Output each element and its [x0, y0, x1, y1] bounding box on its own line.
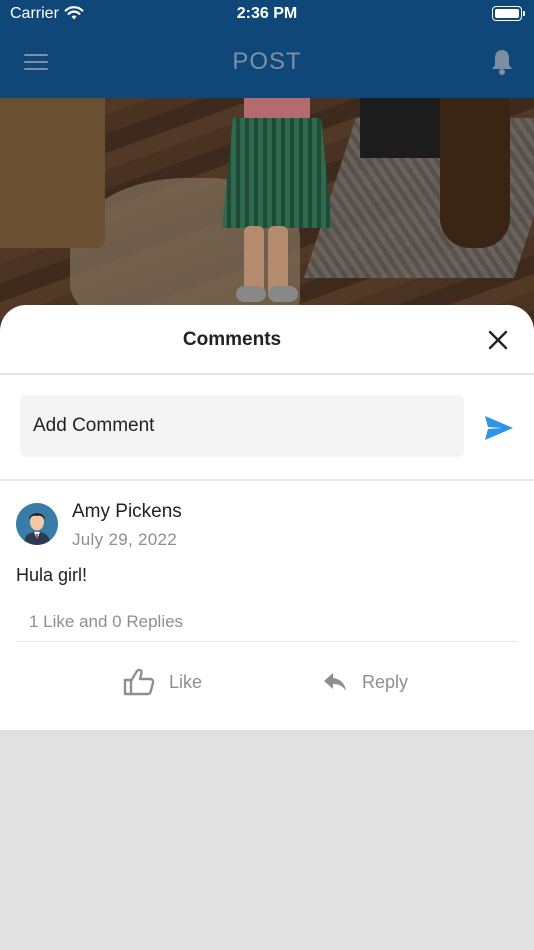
- reply-icon: [324, 673, 346, 691]
- comment-text: Hula girl!: [16, 565, 88, 585]
- close-icon[interactable]: [486, 328, 510, 352]
- add-comment-input[interactable]: [20, 395, 464, 457]
- page-title: POST: [232, 48, 302, 75]
- reply-label: Reply: [362, 671, 409, 692]
- like-label: Like: [169, 671, 203, 692]
- post-photo: [0, 98, 534, 338]
- comment-author[interactable]: Amy Pickens: [72, 501, 182, 523]
- comments-title: Comments: [182, 329, 282, 350]
- like-button[interactable]: Like: [123, 667, 202, 697]
- reply-button[interactable]: Reply: [322, 667, 408, 697]
- bell-icon[interactable]: [490, 48, 514, 76]
- battery-icon: [492, 6, 525, 21]
- comments-sheet: Comments Amy Pickens July 29, 2022 Hula …: [0, 305, 534, 730]
- comments-header: Comments: [0, 305, 534, 375]
- thumbs-up-icon: [123, 668, 155, 696]
- divider: [16, 641, 518, 642]
- app-header: Carrier 2:36 PM POST: [0, 0, 534, 98]
- avatar[interactable]: [16, 503, 58, 545]
- comment-date: July 29, 2022: [72, 530, 178, 549]
- send-icon[interactable]: [484, 415, 514, 441]
- status-time: 2:36 PM: [236, 5, 298, 22]
- comment-stats[interactable]: 1 Like and 0 Replies: [29, 612, 183, 632]
- add-comment-row: [0, 375, 534, 481]
- status-bar: Carrier 2:36 PM: [0, 0, 534, 28]
